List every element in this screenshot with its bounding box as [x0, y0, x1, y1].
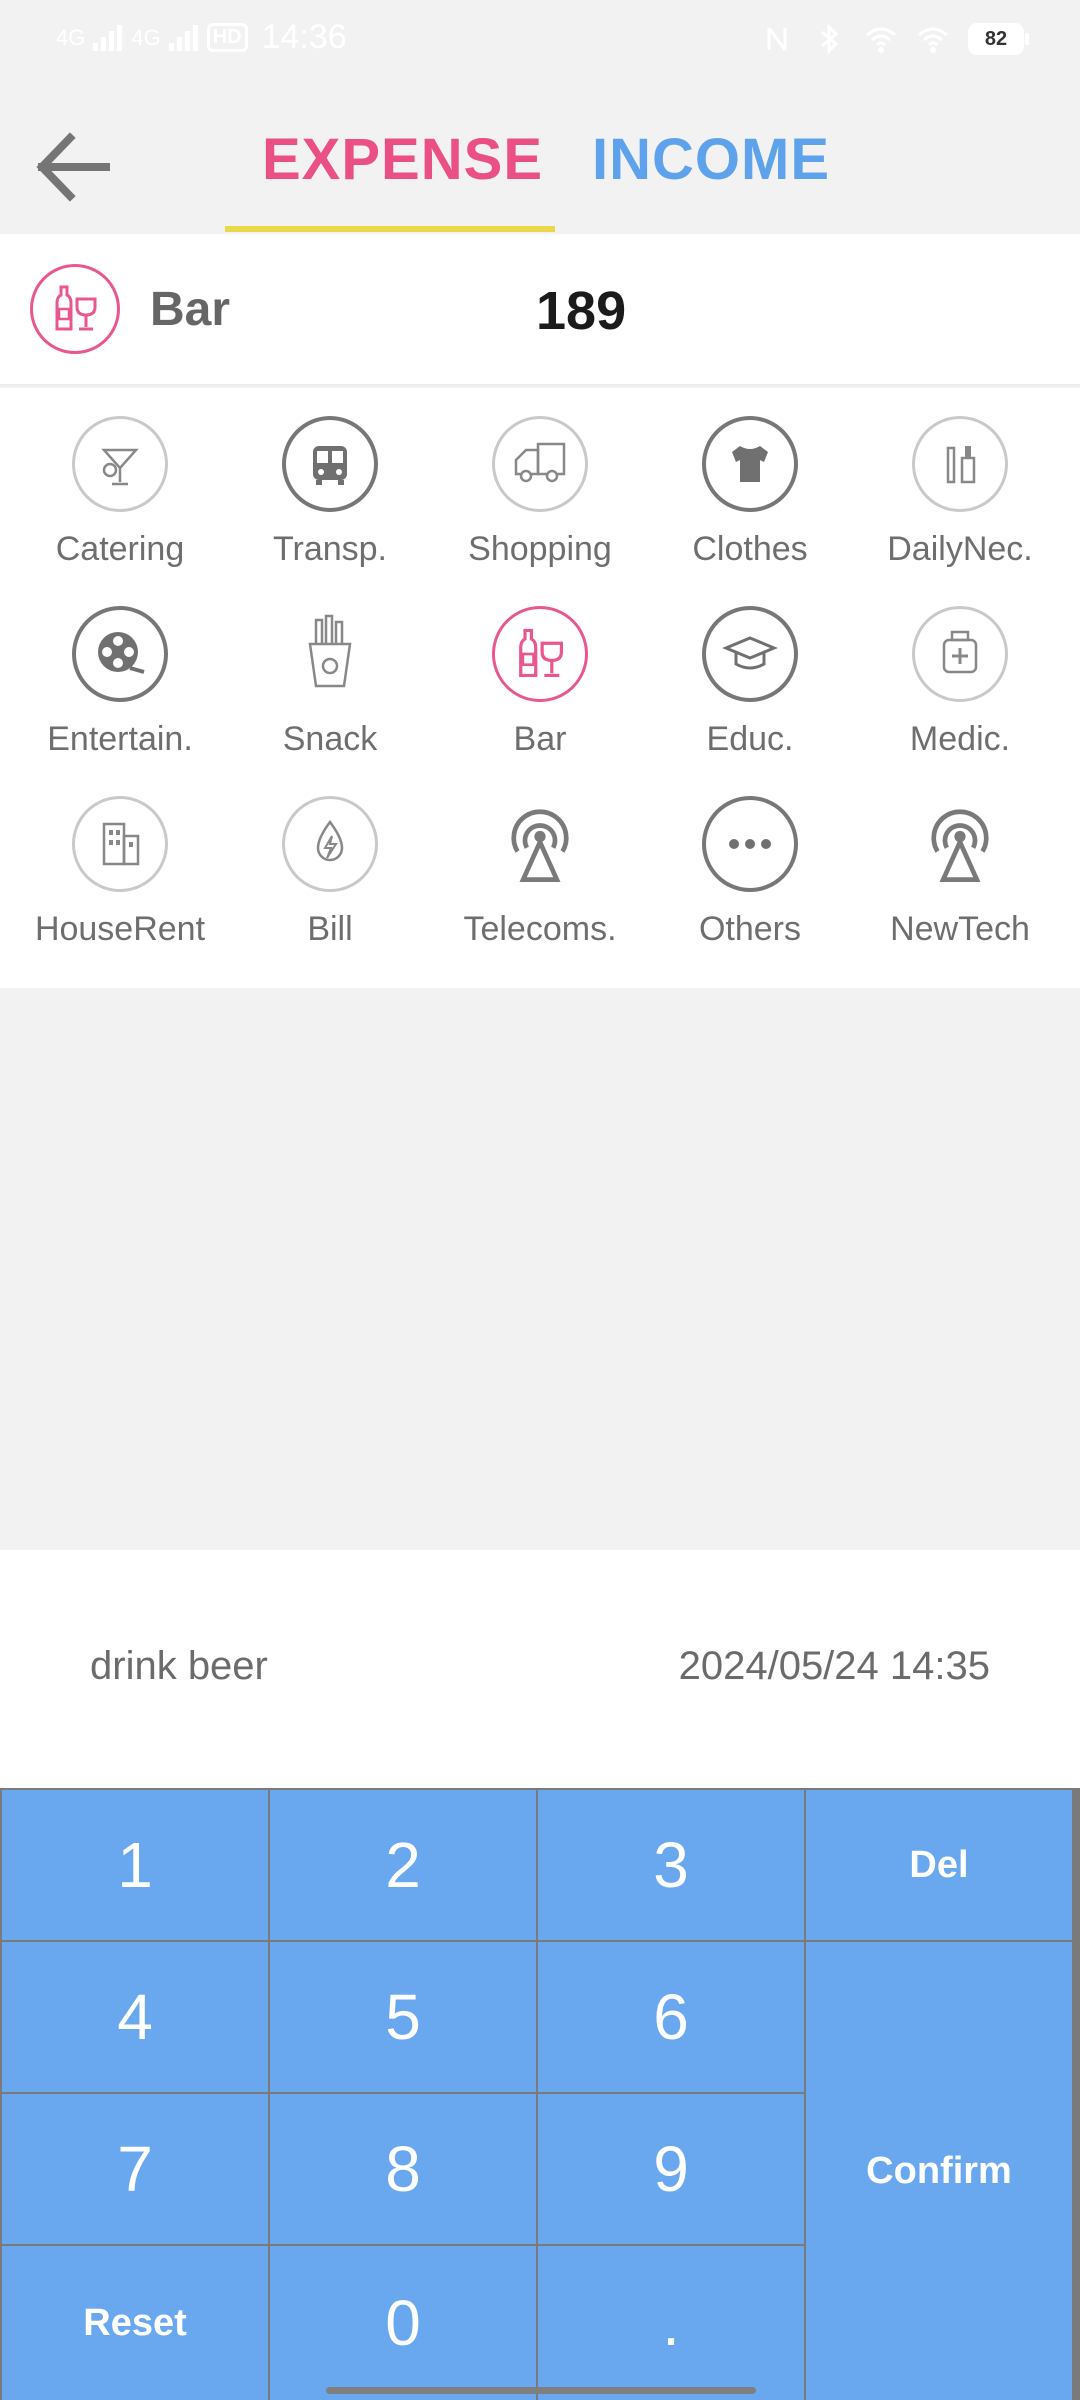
category-medic[interactable]: Medic. — [852, 578, 1068, 768]
empty-area — [0, 988, 1080, 1550]
lightning-bill-icon — [282, 796, 378, 892]
key-6[interactable]: 6 — [538, 1942, 804, 2092]
cocktail-icon — [72, 416, 168, 512]
status-bar: 4G 4G HD 14:36 82 — [0, 0, 1080, 84]
delete-button[interactable]: Del — [806, 1790, 1072, 1940]
graduation-cap-icon — [702, 606, 798, 702]
wine-bottle-glass-icon — [492, 606, 588, 702]
category-educ[interactable]: Educ. — [642, 578, 858, 768]
active-tab-indicator — [225, 226, 555, 232]
status-right: 82 — [760, 22, 1029, 56]
hd-badge: HD — [206, 23, 248, 52]
category-others[interactable]: Others — [642, 768, 858, 958]
wifi-icon — [918, 27, 948, 53]
key-1[interactable]: 1 — [2, 1790, 268, 1940]
category-label: Shopping — [468, 530, 612, 568]
nfc-icon — [767, 27, 787, 51]
toiletries-icon — [912, 416, 1008, 512]
signal-label-2: 4G — [131, 24, 161, 50]
arrow-left-icon — [36, 132, 110, 202]
category-snack[interactable]: Snack — [222, 578, 438, 768]
status-left: 4G 4G HD 14:36 — [56, 18, 347, 57]
bluetooth-icon — [821, 23, 839, 55]
category-label: Others — [698, 910, 802, 948]
category-label: Telecoms. — [463, 910, 617, 948]
category-label: Educ. — [706, 720, 794, 758]
category-label: Bill — [307, 910, 353, 948]
reset-button[interactable]: Reset — [2, 2246, 268, 2400]
category-label: Entertain. — [47, 720, 193, 758]
battery-indicator: 82 — [968, 23, 1029, 55]
category-label: Bar — [513, 720, 567, 758]
key-dot[interactable]: . — [538, 2246, 804, 2400]
key-4[interactable]: 4 — [2, 1942, 268, 2092]
category-transport[interactable]: Transp. — [222, 388, 438, 578]
category-label: Transp. — [272, 530, 387, 568]
cellular-signal-icon — [93, 24, 123, 51]
category-label: Snack — [282, 720, 378, 758]
home-indicator — [326, 2387, 756, 2394]
amount-display: 189 — [536, 281, 627, 341]
category-label: NewTech — [890, 910, 1030, 948]
category-entertain[interactable]: Entertain. — [12, 578, 228, 768]
category-label: DailyNec. — [887, 530, 1033, 568]
tab-income[interactable]: INCOME — [592, 126, 830, 193]
tshirt-icon — [702, 416, 798, 512]
header: EXPENSE INCOME — [0, 84, 1080, 234]
confirm-button[interactable]: Confirm — [806, 1942, 1072, 2400]
category-grid: Catering Transp. Shopping Clothes DailyN… — [0, 388, 1080, 988]
wine-bottle-glass-icon — [30, 264, 120, 354]
medicine-bottle-icon — [912, 606, 1008, 702]
bus-icon — [282, 416, 378, 512]
film-reel-icon — [72, 606, 168, 702]
category-telecoms[interactable]: Telecoms. — [432, 768, 648, 958]
building-icon — [72, 796, 168, 892]
back-button[interactable] — [28, 122, 118, 212]
key-9[interactable]: 9 — [538, 2094, 804, 2244]
category-shopping[interactable]: Shopping — [432, 388, 648, 578]
category-dailynec[interactable]: DailyNec. — [852, 388, 1068, 578]
category-houserent[interactable]: HouseRent — [12, 768, 228, 958]
wifi-icon — [866, 27, 896, 53]
antenna-icon — [912, 796, 1008, 892]
fries-icon — [282, 606, 378, 702]
note-input[interactable]: drink beer — [90, 1644, 268, 1689]
date-picker[interactable]: 2024/05/24 14:35 — [679, 1644, 990, 1689]
tab-expense[interactable]: EXPENSE — [262, 126, 543, 193]
antenna-icon — [492, 796, 588, 892]
more-dots-icon — [702, 796, 798, 892]
key-3[interactable]: 3 — [538, 1790, 804, 1940]
selected-category-row: Bar 189 — [0, 234, 1080, 386]
category-label: Catering — [55, 530, 185, 568]
category-label: Medic. — [909, 720, 1011, 758]
category-label: HouseRent — [34, 910, 206, 948]
category-label: Clothes — [692, 530, 808, 568]
key-0[interactable]: 0 — [270, 2246, 536, 2400]
keypad: 1 2 3 Del 4 5 6 7 8 9 Confirm Reset 0 . — [0, 1788, 1080, 2400]
category-bill[interactable]: Bill — [222, 768, 438, 958]
note-row: drink beer 2024/05/24 14:35 — [0, 1550, 1080, 1788]
status-time: 14:36 — [261, 18, 347, 56]
category-catering[interactable]: Catering — [12, 388, 228, 578]
signal-label-1: 4G — [56, 24, 86, 50]
category-clothes[interactable]: Clothes — [642, 388, 858, 578]
delivery-truck-icon — [492, 416, 588, 512]
key-5[interactable]: 5 — [270, 1942, 536, 2092]
key-2[interactable]: 2 — [270, 1790, 536, 1940]
key-7[interactable]: 7 — [2, 2094, 268, 2244]
cellular-signal-icon — [168, 24, 198, 51]
key-8[interactable]: 8 — [270, 2094, 536, 2244]
category-bar[interactable]: Bar — [432, 578, 648, 768]
selected-category-name: Bar — [150, 283, 231, 336]
category-newtech[interactable]: NewTech — [852, 768, 1068, 958]
